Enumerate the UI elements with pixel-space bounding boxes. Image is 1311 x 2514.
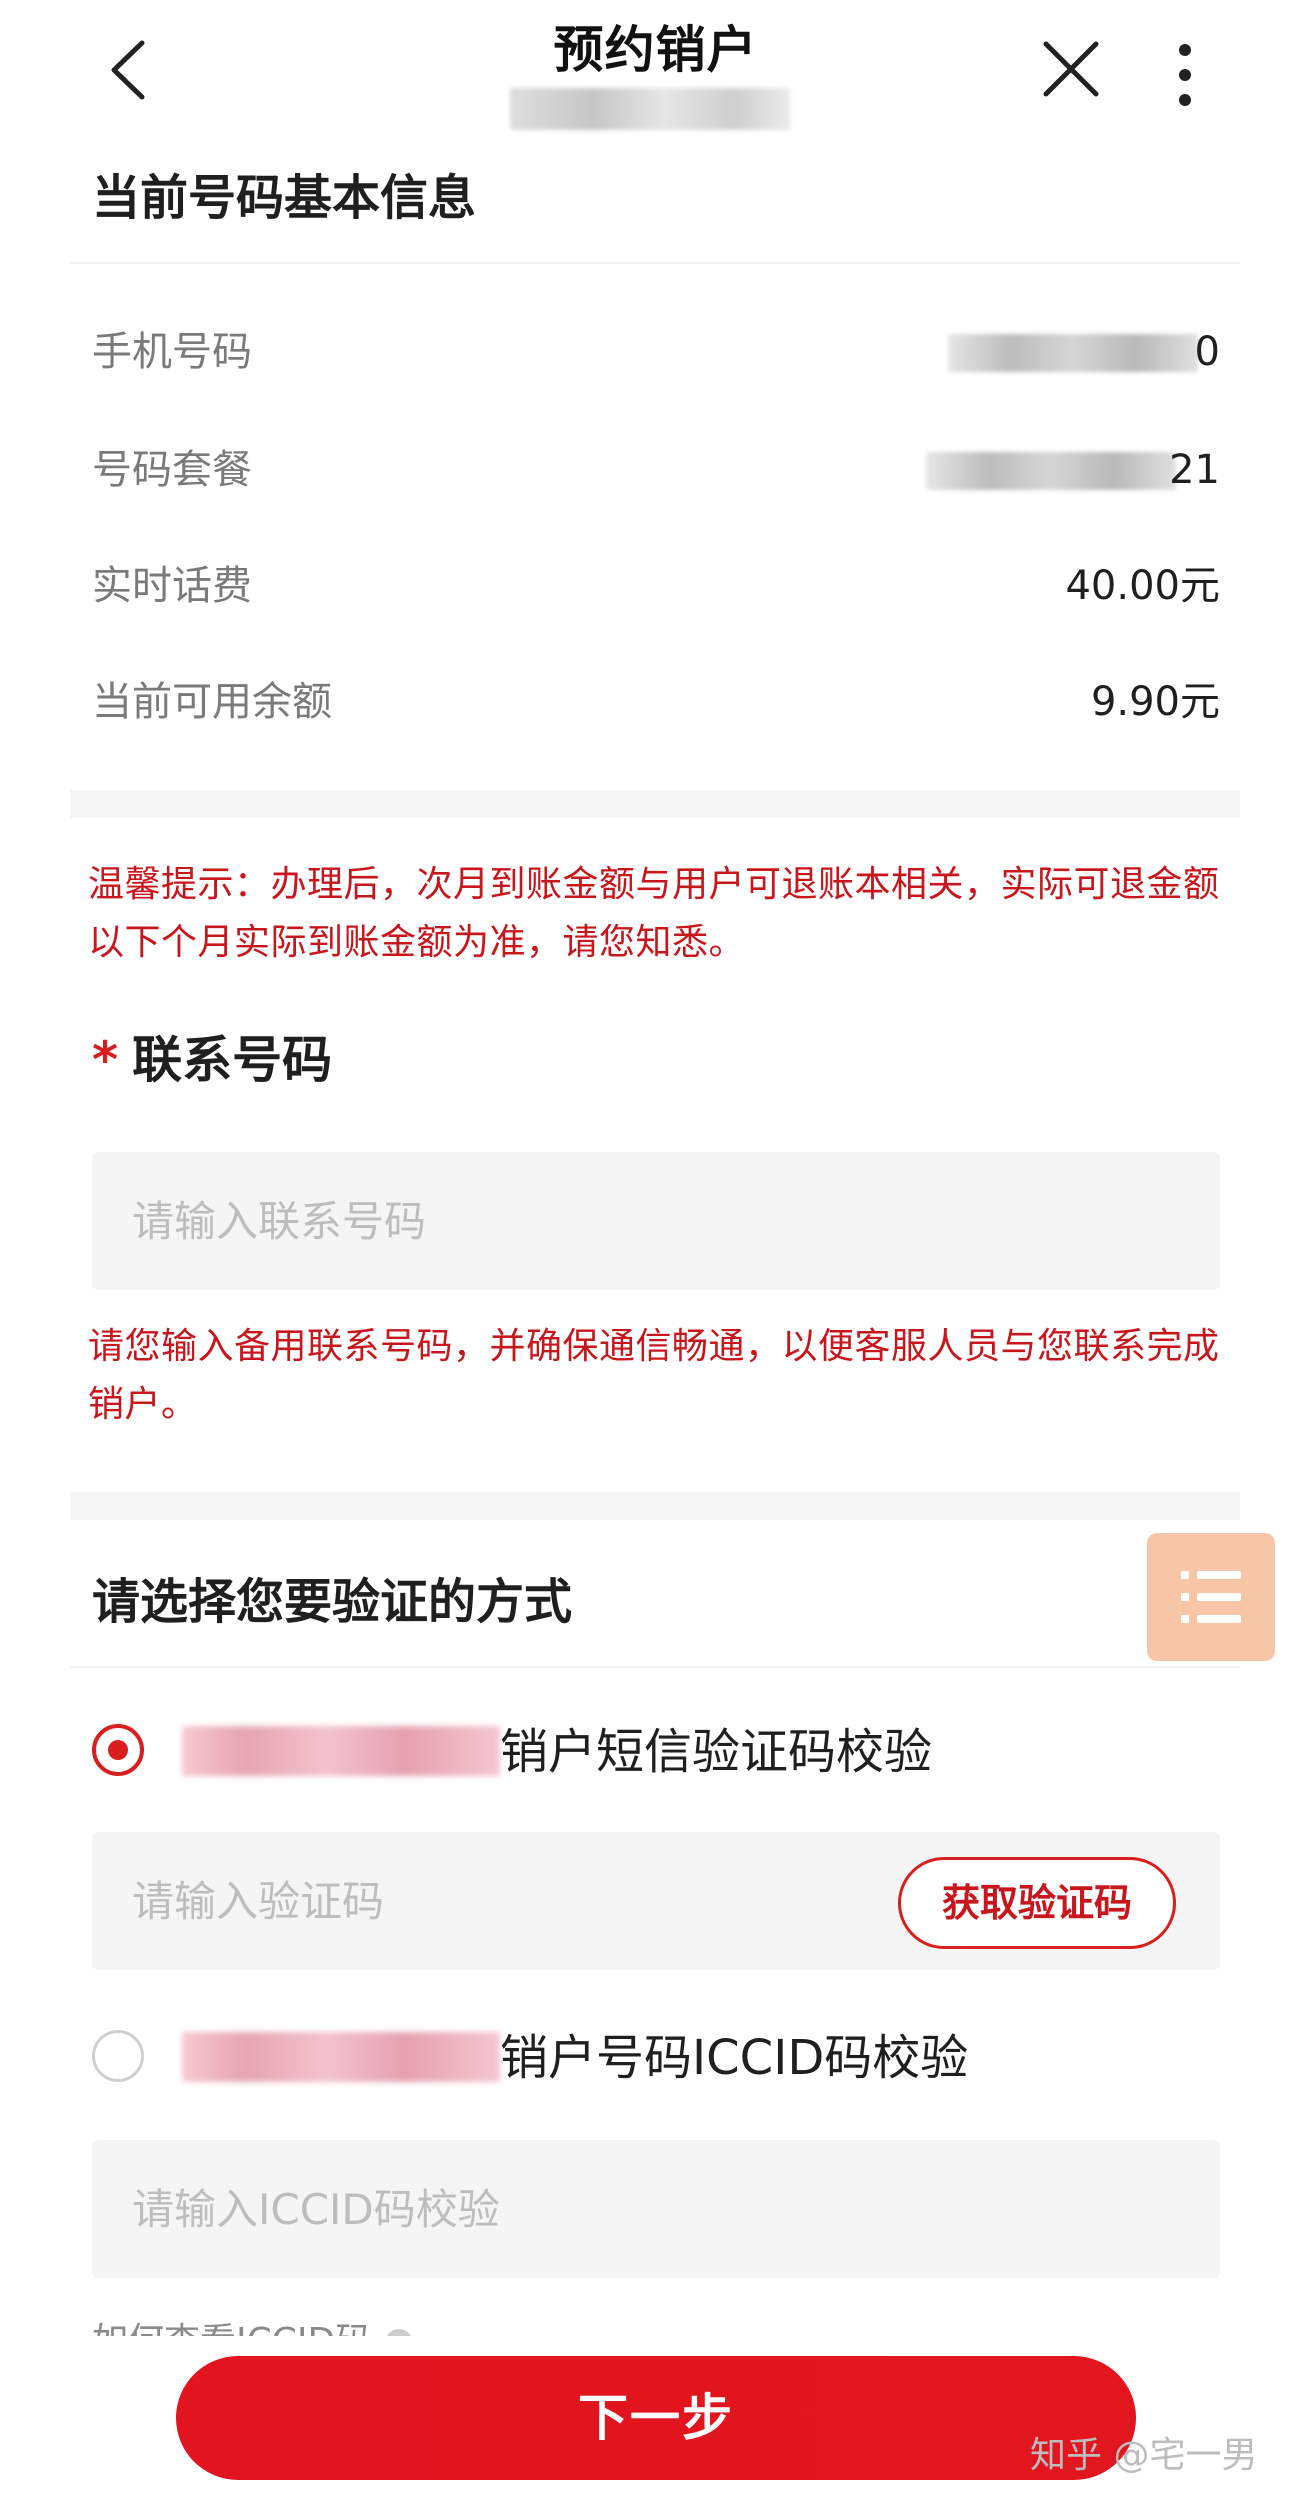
contact-number-input[interactable] xyxy=(92,1152,1220,1290)
top-navigation-bar: 预约销户 xyxy=(0,0,1311,150)
section-gap xyxy=(70,790,1240,818)
info-label: 实时话费 xyxy=(92,563,252,609)
iccid-help-link[interactable]: 如何查看ICCID码 xyxy=(92,2312,414,2336)
verify-option-sms-label: 销户短信验证码校验 xyxy=(500,1724,933,1780)
question-circle-icon xyxy=(385,2329,414,2336)
section-divider xyxy=(70,262,1240,264)
close-icon xyxy=(1043,41,1099,97)
redacted-phone xyxy=(948,334,1198,372)
page-title: 预约销户 xyxy=(553,21,758,79)
info-label: 号码套餐 xyxy=(92,447,252,493)
verify-method-title: 请选择您要验证的方式 xyxy=(92,1574,573,1630)
verify-option-sms[interactable]: 销户短信验证码校验 xyxy=(92,1712,1220,1792)
info-value: 40.00元 xyxy=(1065,563,1220,609)
iccid-input[interactable] xyxy=(92,2140,1220,2278)
info-label: 手机号码 xyxy=(92,329,252,375)
info-value: 21 xyxy=(1169,447,1220,493)
required-mark: * xyxy=(92,1031,119,1089)
info-value: 0 xyxy=(1194,329,1220,375)
section-gap xyxy=(70,1492,1240,1520)
contact-note-text: 请您输入备用联系号码，并确保通信畅通，以便客服人员与您联系完成销户。 xyxy=(88,1326,1220,1425)
info-row-phone: 手机号码 0 xyxy=(92,322,1220,382)
redacted-phone-prefix xyxy=(182,2032,500,2082)
info-label: 当前可用余额 xyxy=(92,679,332,725)
info-row-balance: 当前可用余额 9.90元 xyxy=(92,672,1220,732)
basic-info-title: 当前号码基本信息 xyxy=(92,170,477,226)
get-code-button[interactable]: 获取验证码 xyxy=(898,1857,1176,1949)
redacted-plan xyxy=(926,452,1176,490)
radio-iccid[interactable] xyxy=(92,2030,144,2082)
radio-sms[interactable] xyxy=(92,1724,144,1776)
watermark-text: 知乎 @宅一男 xyxy=(1030,2435,1258,2476)
floating-menu-button[interactable] xyxy=(1147,1533,1275,1661)
info-value: 9.90元 xyxy=(1090,679,1220,725)
next-step-button[interactable]: 下一步 xyxy=(176,2356,1136,2480)
contact-label-text: 联系号码 xyxy=(132,1031,333,1089)
contact-number-label: * 联系号码 xyxy=(92,1020,332,1092)
more-options-button[interactable] xyxy=(1160,40,1210,110)
refund-tip-text: 温馨提示：办理后，次月到账金额与用户可退账本相关，实际可退金额以下个月实际到账金… xyxy=(88,864,1220,963)
bottom-action-bar: 下一步 知乎 @宅一男 xyxy=(0,2336,1311,2514)
iccid-help-text: 如何查看ICCID码 xyxy=(92,2321,371,2336)
info-row-bill: 实时话费 40.00元 xyxy=(92,556,1220,616)
verify-option-iccid[interactable]: 销户号码ICCID码校验 xyxy=(92,2018,1220,2098)
more-vertical-icon xyxy=(1179,44,1191,106)
section-divider xyxy=(70,1666,1240,1668)
redacted-phone-prefix xyxy=(182,1726,500,1776)
close-button[interactable] xyxy=(1040,38,1102,100)
verify-option-iccid-label: 销户号码ICCID码校验 xyxy=(500,2030,969,2086)
info-row-plan: 号码套餐 21 xyxy=(92,440,1220,500)
redacted-subtitle xyxy=(510,88,790,130)
list-menu-icon xyxy=(1181,1571,1241,1623)
